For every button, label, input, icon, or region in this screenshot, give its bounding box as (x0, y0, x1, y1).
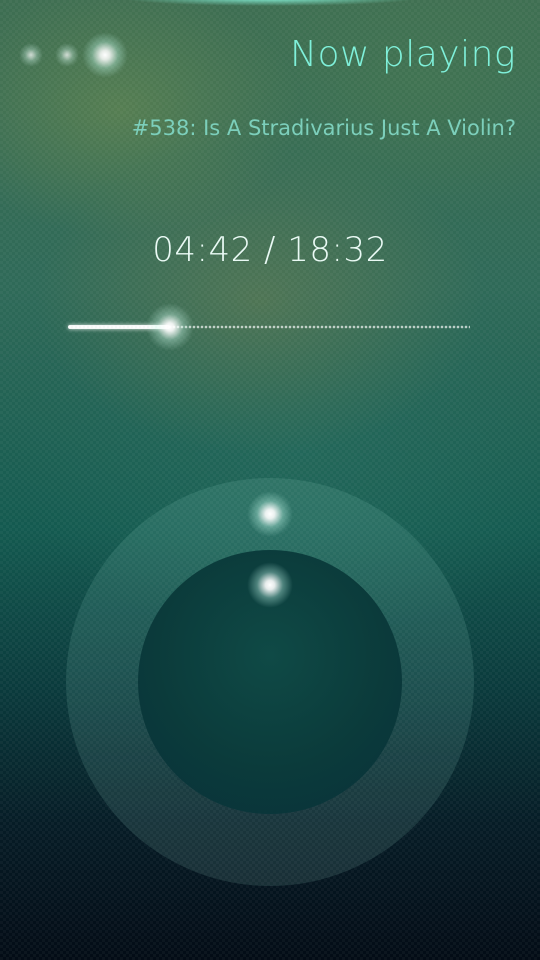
progress-handle-icon[interactable] (146, 303, 195, 351)
pulley-dot-icon (19, 43, 43, 67)
progress-slider[interactable] (68, 303, 470, 351)
pulley-dot-icon (55, 43, 79, 67)
wheel-handle-icon[interactable] (247, 491, 293, 537)
pulley-dot-active-icon[interactable] (82, 32, 128, 78)
page-title: Now playing (290, 34, 516, 75)
episode-title: #538: Is A Stradivarius Just A Violin? (131, 116, 516, 140)
now-playing-screen: Now playing #538: Is A Stradivarius Just… (0, 0, 540, 960)
top-edge-glow (120, 0, 420, 6)
playback-time: 04:42 / 18:32 (152, 230, 388, 270)
playback-control-wheel[interactable] (66, 478, 474, 886)
wheel-center-dot-icon (247, 562, 293, 608)
